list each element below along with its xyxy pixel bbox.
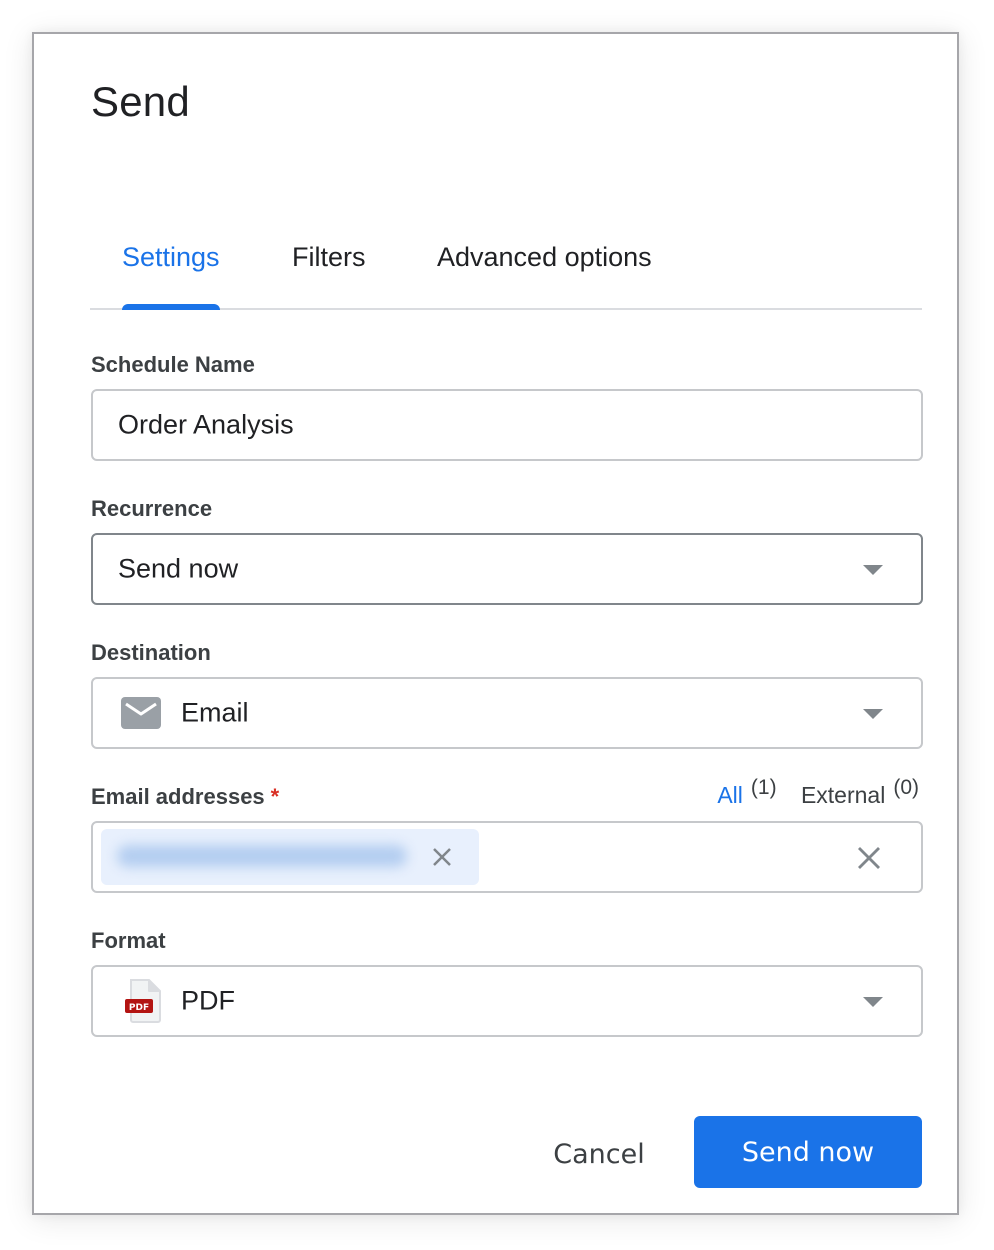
tab-settings[interactable]: Settings [122, 242, 220, 310]
tab-filters-label: Filters [292, 242, 366, 272]
remove-chip-close-icon[interactable] [431, 846, 453, 868]
recurrence-label: Recurrence [91, 496, 213, 521]
chevron-down-icon [863, 565, 883, 575]
filter-all-count: (1) [750, 776, 777, 799]
filter-external-link[interactable]: External [801, 782, 885, 808]
destination-value: Email [181, 697, 249, 728]
mail-icon [121, 697, 161, 729]
dialog-title: Send [91, 78, 190, 125]
pdf-icon-badge: PDF [129, 1003, 149, 1013]
send-dialog: Send Settings Filters Advanced options S… [32, 32, 959, 1215]
email-addresses-label: Email addresses * [91, 784, 279, 810]
tab-advanced-options[interactable]: Advanced options [437, 242, 652, 308]
tab-bar: Settings Filters Advanced options [90, 242, 922, 310]
schedule-name-value: Order Analysis [118, 409, 294, 440]
destination-select[interactable]: Email [91, 677, 923, 749]
recurrence-select[interactable]: Send now [91, 533, 923, 605]
destination-label: Destination [91, 640, 211, 665]
email-addresses-input[interactable]: [redacted email address] [91, 821, 923, 893]
pdf-file-icon: PDF [125, 979, 163, 1023]
email-chip-value-redacted: [redacted email address] [117, 845, 407, 867]
cancel-button[interactable]: Cancel [524, 1118, 674, 1190]
schedule-name-label: Schedule Name [91, 352, 255, 377]
format-select[interactable]: PDF PDF [91, 965, 923, 1037]
recurrence-value: Send now [118, 553, 239, 584]
chevron-down-icon [863, 997, 883, 1007]
required-marker: * [270, 784, 280, 809]
filter-all-link[interactable]: All [717, 782, 743, 808]
tab-settings-label: Settings [122, 242, 220, 272]
chevron-down-icon [863, 709, 883, 719]
tab-filters[interactable]: Filters [292, 242, 366, 308]
filter-external-count: (0) [893, 776, 919, 799]
tab-advanced-options-label: Advanced options [437, 242, 652, 272]
email-addresses-label-text: Email addresses [91, 784, 265, 809]
format-label: Format [91, 928, 166, 953]
active-tab-indicator [122, 304, 220, 310]
email-chip[interactable]: [redacted email address] [101, 829, 479, 885]
format-value: PDF [181, 985, 235, 1016]
schedule-name-input[interactable]: Order Analysis [91, 389, 923, 461]
clear-all-close-icon[interactable] [857, 846, 881, 870]
recipient-filter: All (1) External (0) [717, 776, 919, 809]
send-now-button[interactable]: Send now [694, 1116, 922, 1188]
